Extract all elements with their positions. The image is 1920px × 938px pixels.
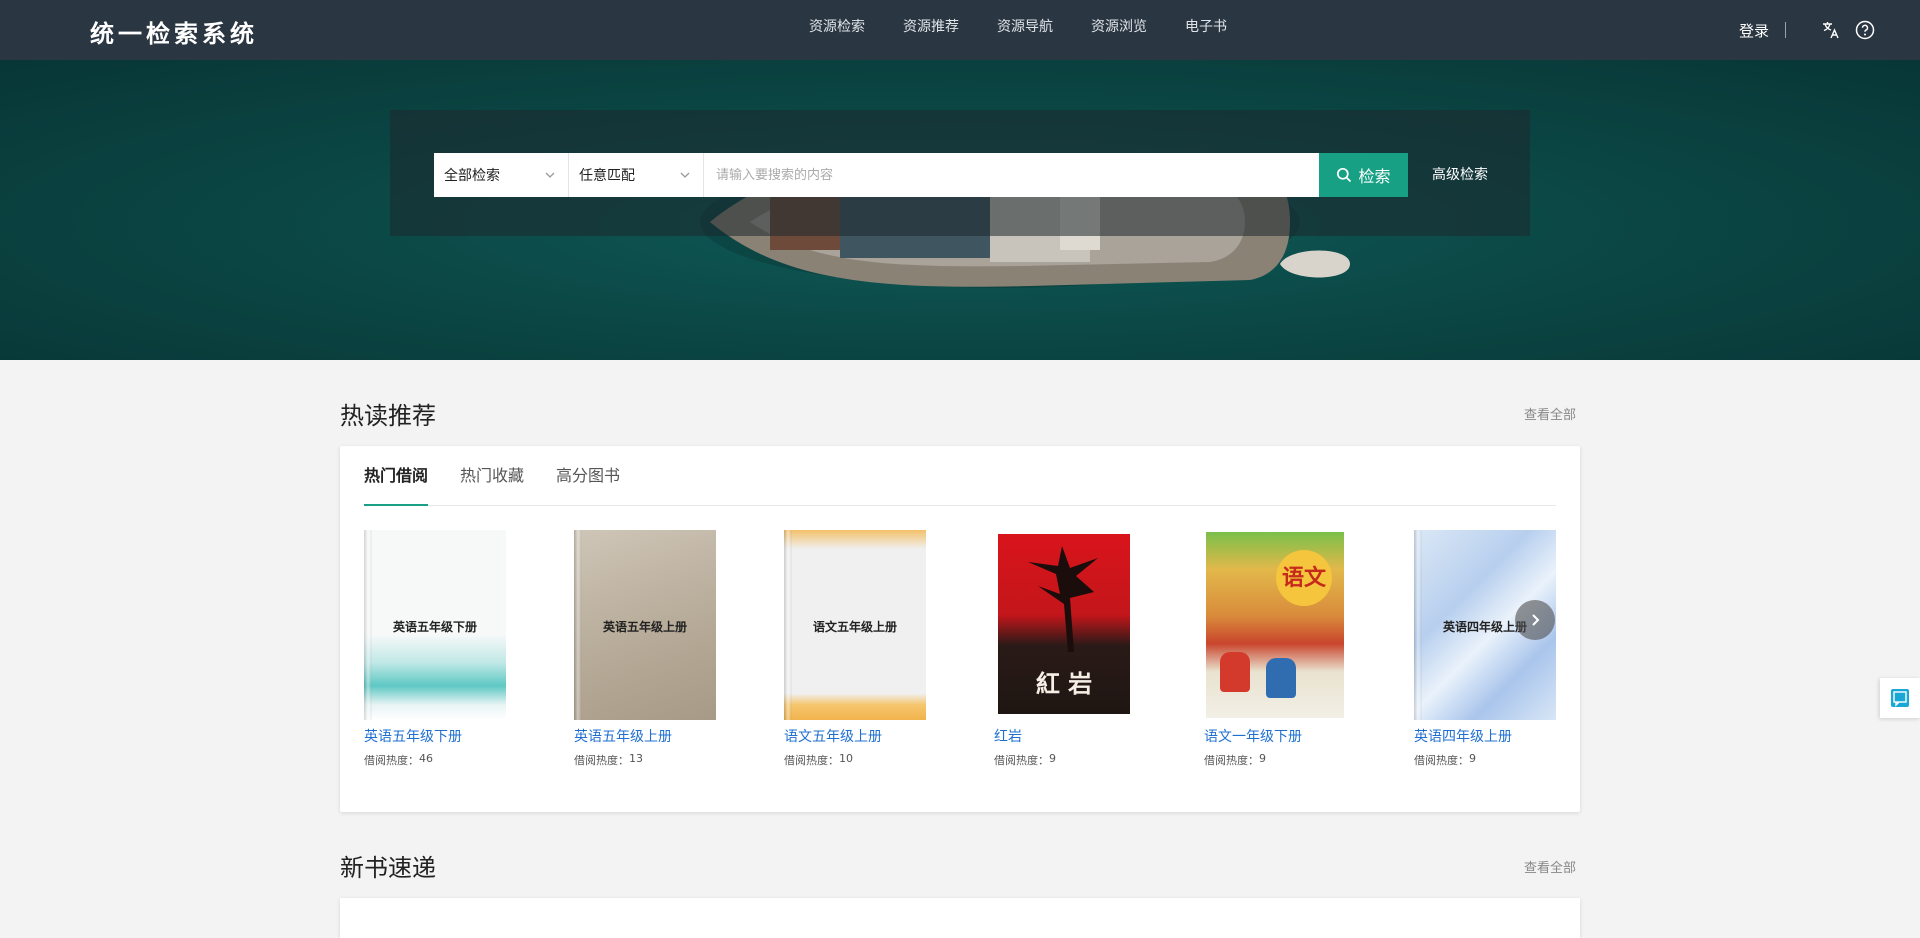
hot-tabs: 热门借阅 热门收藏 高分图书	[364, 446, 1556, 506]
book-cover[interactable]: 英语五年级上册	[574, 530, 716, 720]
book-heat-value: 9	[1049, 752, 1056, 765]
translate-icon[interactable]	[1820, 19, 1842, 41]
hot-section-title: 热读推荐	[340, 402, 436, 430]
tab-hot-borrow[interactable]: 热门借阅	[364, 446, 429, 506]
chevron-down-icon	[545, 172, 555, 178]
book-cover[interactable]: 语文	[1204, 530, 1346, 720]
carousel-next-button[interactable]	[1515, 600, 1555, 640]
search-icon	[1337, 167, 1352, 183]
search-button-label: 检索	[1358, 167, 1391, 186]
feedback-icon	[1891, 689, 1909, 707]
book-title-link[interactable]: 英语五年级上册	[574, 726, 716, 746]
search-button[interactable]: 检索	[1319, 153, 1408, 197]
book-heat: 借阅热度： 9	[1204, 752, 1346, 768]
match-mode-value: 任意匹配	[579, 168, 635, 184]
child-figure	[1266, 658, 1296, 698]
nav-resource-search[interactable]: 资源检索	[794, 0, 884, 60]
book-title-link[interactable]: 语文一年级下册	[1204, 726, 1346, 746]
book-carousel: 英语五年级下册 英语五年级下册 借阅热度： 46 英语五年级上册 英语五年级上册 …	[364, 530, 1556, 780]
book-heat: 借阅热度： 9	[1414, 752, 1556, 768]
search-scope-select[interactable]: 全部检索	[434, 153, 569, 197]
new-books-section-title: 新书速递	[340, 854, 436, 882]
book-title-link[interactable]: 英语五年级下册	[364, 726, 506, 746]
book-title-link[interactable]: 英语四年级上册	[1414, 726, 1556, 746]
book-heat: 借阅热度： 13	[574, 752, 716, 768]
book-cover-title: 英语五年级上册	[602, 620, 687, 634]
tab-hot-favorite[interactable]: 热门收藏	[460, 446, 524, 505]
book-cover-art: 紅 岩	[998, 534, 1130, 714]
book-heat-value: 9	[1469, 752, 1476, 765]
header-tools: 登录	[1739, 0, 1876, 60]
nav-ebook[interactable]: 电子书	[1166, 0, 1246, 60]
match-mode-select[interactable]: 任意匹配	[569, 153, 704, 197]
book-heat-label: 借阅热度：	[994, 754, 1049, 767]
book-title-link[interactable]: 红岩	[994, 726, 1136, 746]
book-item: 英语五年级上册 英语五年级上册 借阅热度： 13	[574, 530, 716, 768]
advanced-search-link[interactable]: 高级检索	[1432, 153, 1488, 197]
search-panel: 全部检索 任意匹配 检索 高级检索	[390, 110, 1530, 236]
search-input[interactable]	[704, 153, 1319, 197]
hot-reading-card: 热门借阅 热门收藏 高分图书 英语五年级下册 英语五年级下册 借阅热度： 46 英…	[340, 446, 1580, 812]
search-bar: 全部检索 任意匹配 检索 高级检索	[434, 153, 1488, 197]
chevron-down-icon	[680, 172, 690, 178]
hot-view-all-link[interactable]: 查看全部	[1524, 404, 1576, 423]
book-item: 语文 语文一年级下册 借阅热度： 9	[1204, 530, 1346, 768]
help-icon[interactable]	[1854, 19, 1876, 41]
book-heat-value: 9	[1259, 752, 1266, 765]
floating-feedback-button[interactable]	[1880, 678, 1920, 718]
login-link[interactable]: 登录	[1739, 20, 1769, 41]
nav-resource-browse[interactable]: 资源浏览	[1072, 0, 1166, 60]
book-item: 语文五年级上册 语文五年级上册 借阅热度： 10	[784, 530, 926, 768]
tab-high-score[interactable]: 高分图书	[556, 446, 620, 505]
book-heat-value: 46	[419, 752, 433, 765]
site-logo[interactable]: 统一检索系统	[90, 14, 258, 49]
child-figure	[1220, 652, 1250, 692]
new-books-card	[340, 898, 1580, 938]
top-navbar: 统一检索系统 资源检索 资源推荐 资源导航 资源浏览 电子书 登录	[0, 0, 1920, 60]
nav-resource-navigation[interactable]: 资源导航	[978, 0, 1072, 60]
chevron-right-icon	[1532, 614, 1540, 626]
book-heat: 借阅热度： 10	[784, 752, 926, 768]
book-cover[interactable]: 紅 岩	[994, 530, 1136, 720]
book-item: 英语四年级上册 英语四年级上册 借阅热度： 9	[1414, 530, 1556, 768]
book-heat-value: 10	[839, 752, 853, 765]
book-cover[interactable]: 语文五年级上册	[784, 530, 926, 720]
hero-banner: 全部检索 任意匹配 检索 高级检索	[0, 60, 1920, 360]
search-scope-value: 全部检索	[444, 168, 500, 184]
book-heat-label: 借阅热度：	[1414, 754, 1469, 767]
book-title-link[interactable]: 语文五年级上册	[784, 726, 926, 746]
book-cover-title: 紅 岩	[1035, 669, 1093, 698]
book-heat-value: 13	[629, 752, 643, 765]
tree-illustration	[1028, 546, 1098, 652]
book-heat-label: 借阅热度：	[574, 754, 629, 767]
book-heat: 借阅热度： 9	[994, 752, 1136, 768]
new-books-view-all-link[interactable]: 查看全部	[1524, 857, 1576, 876]
book-cover-title: 英语五年级下册	[392, 620, 477, 634]
book-heat-label: 借阅热度：	[1204, 754, 1259, 767]
main-nav: 资源检索 资源推荐 资源导航 资源浏览 电子书	[794, 0, 1246, 60]
book-item: 紅 岩 红岩 借阅热度： 9	[994, 530, 1136, 768]
book-heat-label: 借阅热度：	[364, 754, 419, 767]
book-cover-title: 语文五年级上册	[812, 620, 897, 634]
book-heat: 借阅热度： 46	[364, 752, 506, 768]
book-heat-label: 借阅热度：	[784, 754, 839, 767]
nav-resource-recommend[interactable]: 资源推荐	[884, 0, 978, 60]
book-item: 英语五年级下册 英语五年级下册 借阅热度： 46	[364, 530, 506, 768]
book-cover-art: 语文	[1206, 532, 1344, 718]
book-cover[interactable]: 英语五年级下册	[364, 530, 506, 720]
book-cover-title: 语文	[1276, 550, 1332, 606]
header-divider	[1785, 22, 1786, 38]
